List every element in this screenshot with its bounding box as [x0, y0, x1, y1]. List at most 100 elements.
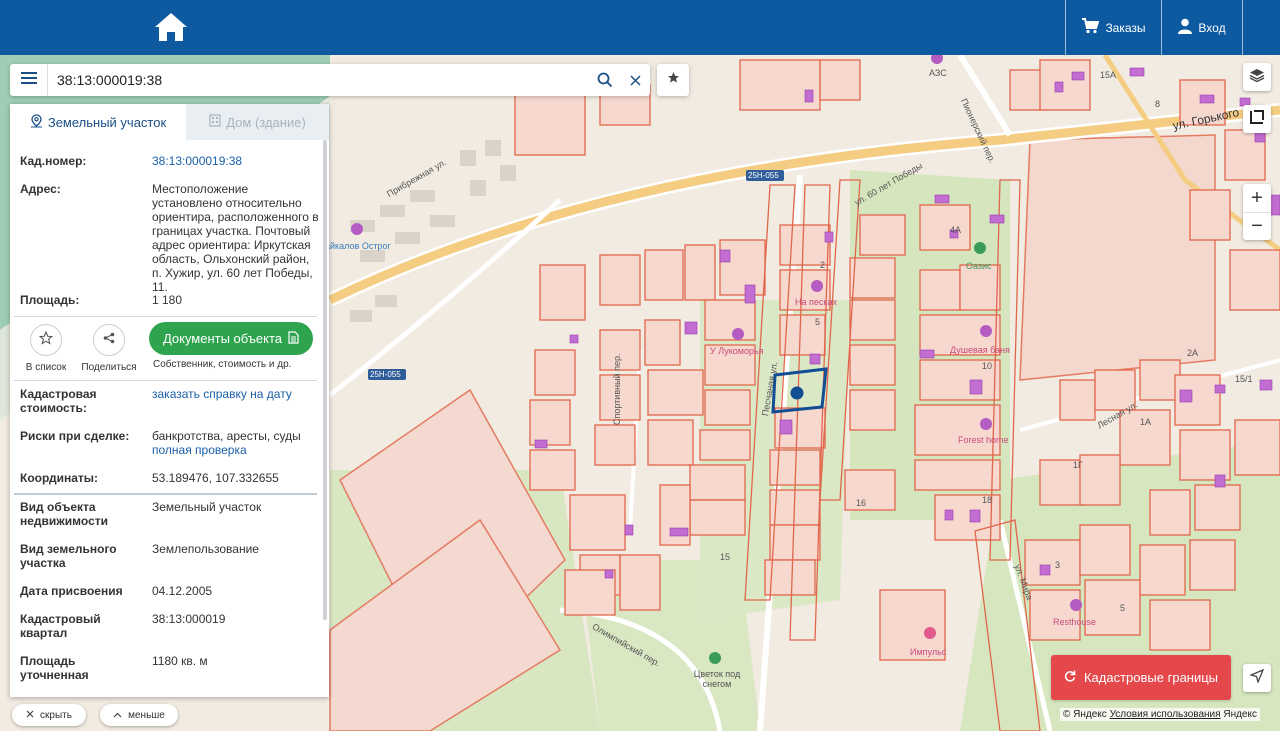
building-icon: [209, 114, 221, 130]
street-label-sportivnyy: Спортивный пер.: [612, 353, 622, 425]
refined-area-label: Площадь уточненная: [20, 654, 89, 682]
zoom-out-button[interactable]: −: [1243, 212, 1271, 240]
road-label-25h-055-2: 25Н-055: [370, 370, 401, 379]
topbar-extra-button[interactable]: [1242, 0, 1280, 55]
risks-label: Риски при сделке:: [20, 429, 130, 443]
document-icon: [288, 330, 299, 347]
object-documents-button[interactable]: Документы объекта: [149, 322, 313, 355]
house-number-16: 16: [856, 498, 867, 508]
house-number-15a: 15А: [1100, 70, 1117, 80]
coords-value: 53.189476, 107.332655: [152, 471, 279, 485]
house-number-5: 5: [815, 317, 821, 327]
assigned-date-value: 04.12.2005: [152, 584, 213, 598]
tab-building-label: Дом (здание): [226, 114, 306, 130]
coords-label: Координаты:: [20, 471, 99, 485]
quarter-label: Кадастровый квартал: [20, 612, 101, 640]
poi-resthouse[interactable]: Resthouse: [1053, 617, 1096, 627]
cad-number-link[interactable]: 38:13:000019:38: [152, 154, 242, 168]
ruler-icon: [1249, 109, 1265, 130]
add-to-list-label: В список: [25, 362, 67, 373]
copyright-yandex: © Яндекс: [1063, 709, 1107, 720]
star-outline-icon: [38, 330, 54, 350]
chevron-up-icon: [113, 710, 122, 721]
object-actions: В список Поделиться Документы объекта Со…: [10, 322, 329, 382]
house-number-1a: 1А: [1140, 417, 1152, 427]
layers-button[interactable]: [1243, 63, 1271, 91]
divider: [14, 380, 317, 381]
quarter-value: 38:13:000019: [152, 612, 226, 626]
share-button[interactable]: [93, 324, 125, 356]
user-icon: [1178, 18, 1193, 37]
risks-value: банкротства, аресты, суды: [152, 429, 301, 443]
zoom-in-button[interactable]: +: [1243, 184, 1271, 212]
top-navbar: Заказы Вход: [0, 0, 1280, 55]
poi-impuls[interactable]: Импульс: [910, 647, 946, 657]
house-number-3: 3: [1055, 560, 1061, 570]
object-type-label: Вид объекта недвижимости: [20, 500, 108, 528]
bookmarks-button[interactable]: [657, 64, 689, 96]
assigned-date-label: Дата присвоения: [20, 584, 123, 598]
orders-label: Заказы: [1105, 20, 1146, 35]
area-label: Площадь:: [20, 293, 80, 307]
order-certificate-link[interactable]: заказать справку на дату: [152, 387, 292, 401]
house-number-1g: 1Г: [1073, 460, 1083, 470]
hide-label: скрыть: [40, 709, 72, 721]
layers-icon: [1249, 67, 1265, 88]
poi-lukomorye[interactable]: У Лукоморья: [710, 346, 764, 356]
house-number-2: 2: [820, 260, 826, 270]
object-type-value: Земельный участок: [152, 500, 262, 514]
search-input[interactable]: [48, 65, 590, 95]
poi-oasis[interactable]: Оазис: [966, 261, 992, 271]
object-info-panel: Земельный участок Дом (здание) Кад.номер…: [10, 104, 329, 697]
login-button[interactable]: Вход: [1161, 0, 1242, 55]
full-check-link[interactable]: полная проверка: [152, 443, 247, 457]
terms-link[interactable]: Условия использования: [1110, 709, 1221, 720]
divider: [14, 316, 317, 317]
panel-tabs: Земельный участок Дом (здание): [10, 104, 329, 140]
house-number-15: 15: [720, 552, 731, 562]
address-label: Адрес:: [20, 182, 61, 196]
poi-na-peskah[interactable]: На песках: [795, 297, 837, 307]
cadastral-borders-button[interactable]: Кадастровые границы: [1051, 655, 1231, 700]
search-bar: [10, 64, 650, 96]
land-type-label: Вид земельного участка: [20, 542, 117, 570]
docs-button-label: Документы объекта: [162, 331, 283, 346]
clear-search-icon[interactable]: [620, 64, 650, 96]
poi-azs[interactable]: АЗС: [929, 68, 947, 78]
map-copyright: © Яндекс Условия использования Яндекс: [1060, 708, 1260, 721]
panel-body: Кад.номер: 38:13:000019:38 Адрес: Местоп…: [10, 140, 329, 697]
yandex-logo: Яндекс: [1223, 709, 1257, 720]
area-value: 1 180: [152, 293, 183, 307]
divider: [14, 493, 317, 495]
hide-panel-button[interactable]: скрыть: [12, 704, 86, 726]
add-to-list-button[interactable]: [30, 324, 62, 356]
less-label: меньше: [128, 709, 165, 721]
geolocation-button[interactable]: [1243, 664, 1271, 692]
tab-building[interactable]: Дом (здание): [186, 104, 329, 140]
tab-land-plot[interactable]: Земельный участок: [10, 104, 186, 140]
poi-ostrog[interactable]: айкалов Острог: [325, 241, 391, 251]
house-number-18: 18: [982, 495, 993, 505]
road-label-25h-055: 25Н-055: [748, 171, 779, 180]
cadastral-borders-label: Кадастровые границы: [1083, 670, 1219, 685]
search-icon[interactable]: [590, 64, 620, 96]
zoom-control: + −: [1243, 184, 1271, 240]
refresh-icon: [1064, 670, 1076, 685]
menu-button[interactable]: [10, 64, 48, 96]
house-number-8: 8: [1155, 99, 1161, 109]
house-number-2a: 2А: [1187, 348, 1199, 358]
login-label: Вход: [1198, 20, 1226, 35]
poi-dushevaya-banya[interactable]: Душевая баня: [950, 345, 1010, 355]
cad-number-label: Кад.номер:: [20, 154, 87, 168]
poi-forest-home[interactable]: Forest home: [958, 435, 1009, 445]
panel-scrollbar[interactable]: [323, 140, 327, 620]
orders-button[interactable]: Заказы: [1065, 0, 1161, 55]
house-number-10: 10: [982, 361, 993, 371]
hamburger-icon: [20, 71, 37, 90]
ruler-button[interactable]: [1243, 105, 1271, 133]
poi-tsvetok[interactable]: Цветок под снегом: [689, 669, 745, 689]
home-icon[interactable]: [152, 10, 190, 44]
collapse-panel-button[interactable]: меньше: [100, 704, 178, 726]
location-arrow-icon: [1249, 668, 1265, 688]
house-number-15-1: 15/1: [1235, 374, 1253, 384]
